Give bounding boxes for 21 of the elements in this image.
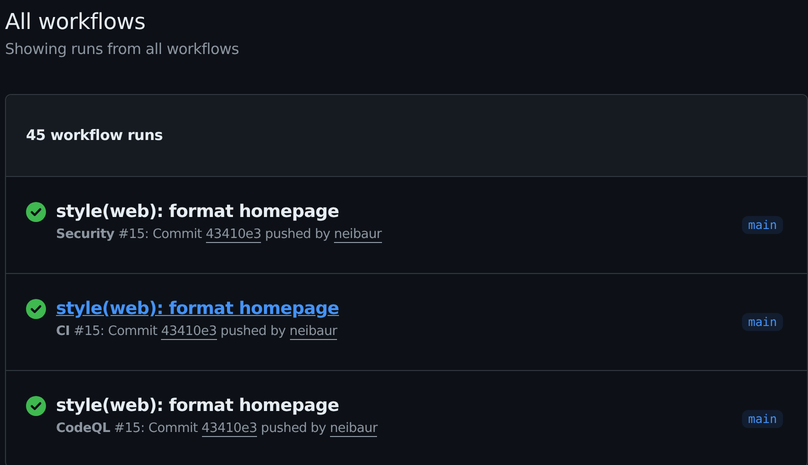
run-row[interactable]: style(web): format homepage CI #15: Commit 43410e3 pushed by neibaur main: [6, 273, 807, 370]
commit-link[interactable]: 43410e3: [161, 324, 217, 340]
page-title: All workflows: [5, 9, 146, 37]
run-details: CI #15: Commit 43410e3 pushed by neibaur: [56, 324, 338, 339]
commit-link[interactable]: 43410e3: [202, 421, 258, 437]
run-count: 45 workflow runs: [26, 128, 163, 144]
run-details: CodeQL #15: Commit 43410e3 pushed by neibaur: [56, 421, 379, 436]
run-details: Security #15: Commit 43410e3 pushed by neibaur: [56, 227, 383, 242]
run-title-link[interactable]: style(web): format homepage: [56, 394, 339, 418]
run-title-link[interactable]: style(web): format homepage: [56, 297, 339, 321]
user-link[interactable]: neibaur: [290, 324, 338, 340]
user-link[interactable]: neibaur: [330, 421, 378, 437]
page-subtitle: Showing runs from all workflows: [5, 39, 240, 60]
user-link[interactable]: neibaur: [334, 227, 382, 243]
run-row[interactable]: style(web): format homepage CodeQL #15: Commit 43410e3 pushed by neibaur main: [6, 370, 807, 465]
run-row[interactable]: style(web): format homepage Security #15: Commit 43410e3 pushed by neibaur main: [6, 176, 807, 273]
run-title-link[interactable]: style(web): format homepage: [56, 200, 339, 224]
branch-tag[interactable]: main: [742, 313, 783, 331]
commit-link[interactable]: 43410e3: [206, 227, 262, 243]
branch-tag[interactable]: main: [742, 216, 783, 234]
branch-tag[interactable]: main: [742, 410, 783, 428]
